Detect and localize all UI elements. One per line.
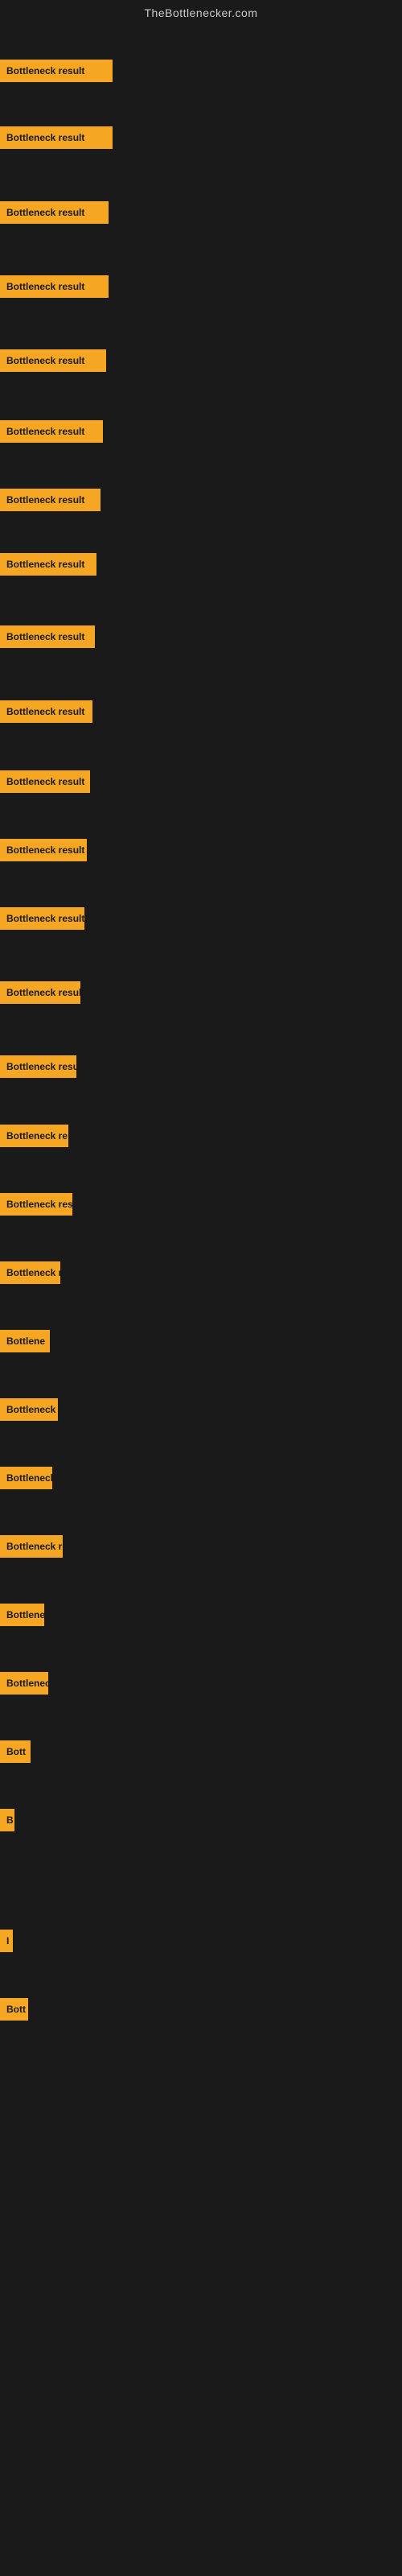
bottleneck-badge: Bottleneck result	[0, 981, 80, 1004]
bottleneck-badge: Bottleneck result	[0, 770, 90, 793]
bottleneck-item[interactable]: Bottleneck result	[0, 697, 92, 726]
bottleneck-badge: Bottleneck result	[0, 275, 109, 298]
bottleneck-badge: Bottleneck result	[0, 553, 96, 576]
bottleneck-badge: Bottleneck result	[0, 126, 113, 149]
bottleneck-badge: Bottleneck result	[0, 625, 95, 648]
bottleneck-badge: B	[0, 1809, 14, 1831]
bottleneck-item[interactable]: Bottleneck result	[0, 485, 100, 514]
bottleneck-item[interactable]: Bottleneck result	[0, 904, 84, 933]
bottleneck-badge: Bottleneck result	[0, 349, 106, 372]
bottleneck-item[interactable]: Bottleneck result	[0, 767, 90, 796]
bottleneck-item[interactable]: Bottleneck re	[0, 1532, 63, 1561]
bottleneck-item[interactable]: Bottleneck result	[0, 56, 113, 85]
bottleneck-item[interactable]: Bottleneck result	[0, 622, 95, 651]
bottleneck-item[interactable]: Bottleneck result	[0, 978, 80, 1007]
bottleneck-badge: Bottleneck result	[0, 839, 87, 861]
bottleneck-badge: Bottleneck n	[0, 1398, 58, 1421]
bottleneck-item[interactable]: Bottlene	[0, 1600, 44, 1629]
bottleneck-badge: Bott	[0, 1740, 31, 1763]
bottleneck-item[interactable]: Bottleneck result	[0, 123, 113, 152]
bottleneck-badge: Bottleneck r	[0, 1261, 60, 1284]
bottleneck-item[interactable]: Bottleneck result	[0, 417, 103, 446]
site-title: TheBottlenecker.com	[0, 0, 402, 23]
bottleneck-badge: Bottlene	[0, 1330, 50, 1352]
bottleneck-item[interactable]: Bottleneck result	[0, 836, 87, 865]
bottleneck-item[interactable]: B	[0, 1806, 14, 1835]
bottleneck-badge: Bottleneck result	[0, 489, 100, 511]
bottleneck-badge: Bott	[0, 1998, 28, 2021]
bottleneck-item[interactable]: Bottlene	[0, 1327, 50, 1356]
bottleneck-badge: Bottleneck result	[0, 201, 109, 224]
bottleneck-badge: Bottleneck re	[0, 1535, 63, 1558]
bottleneck-badge: Bottleneck	[0, 1672, 48, 1695]
bottleneck-badge: Bottlene	[0, 1604, 44, 1626]
bottleneck-item[interactable]: Bottleneck re	[0, 1121, 68, 1150]
bottleneck-item[interactable]: Bottleneck	[0, 1669, 48, 1698]
bottleneck-item[interactable]: Bottleneck result	[0, 1052, 76, 1081]
bottleneck-badge: Bottleneck	[0, 1467, 52, 1489]
bottleneck-badge: Bottleneck result	[0, 907, 84, 930]
bottleneck-badge: Bottleneck result	[0, 60, 113, 82]
bottleneck-item[interactable]: Bottleneck result	[0, 198, 109, 227]
bottleneck-item[interactable]: Bottleneck	[0, 1463, 52, 1492]
bottleneck-badge: Bottleneck result	[0, 1055, 76, 1078]
bottleneck-badge: Bottleneck result	[0, 1193, 72, 1216]
bottleneck-badge: I	[0, 1930, 13, 1952]
bottleneck-item[interactable]: Bottleneck n	[0, 1395, 58, 1424]
bottleneck-item[interactable]: Bottleneck result	[0, 346, 106, 375]
bottleneck-badge: Bottleneck result	[0, 420, 103, 443]
bottleneck-item[interactable]: Bottleneck result	[0, 1190, 72, 1219]
bottleneck-item[interactable]: Bottleneck r	[0, 1258, 60, 1287]
bottleneck-item[interactable]: Bottleneck result	[0, 272, 109, 301]
bottleneck-badge: Bottleneck re	[0, 1125, 68, 1147]
bottleneck-item[interactable]: I	[0, 1926, 13, 1955]
bottleneck-item[interactable]: Bott	[0, 1995, 28, 2024]
bottleneck-badge: Bottleneck result	[0, 700, 92, 723]
bottleneck-item[interactable]: Bottleneck result	[0, 550, 96, 579]
bottleneck-item[interactable]: Bott	[0, 1737, 31, 1766]
